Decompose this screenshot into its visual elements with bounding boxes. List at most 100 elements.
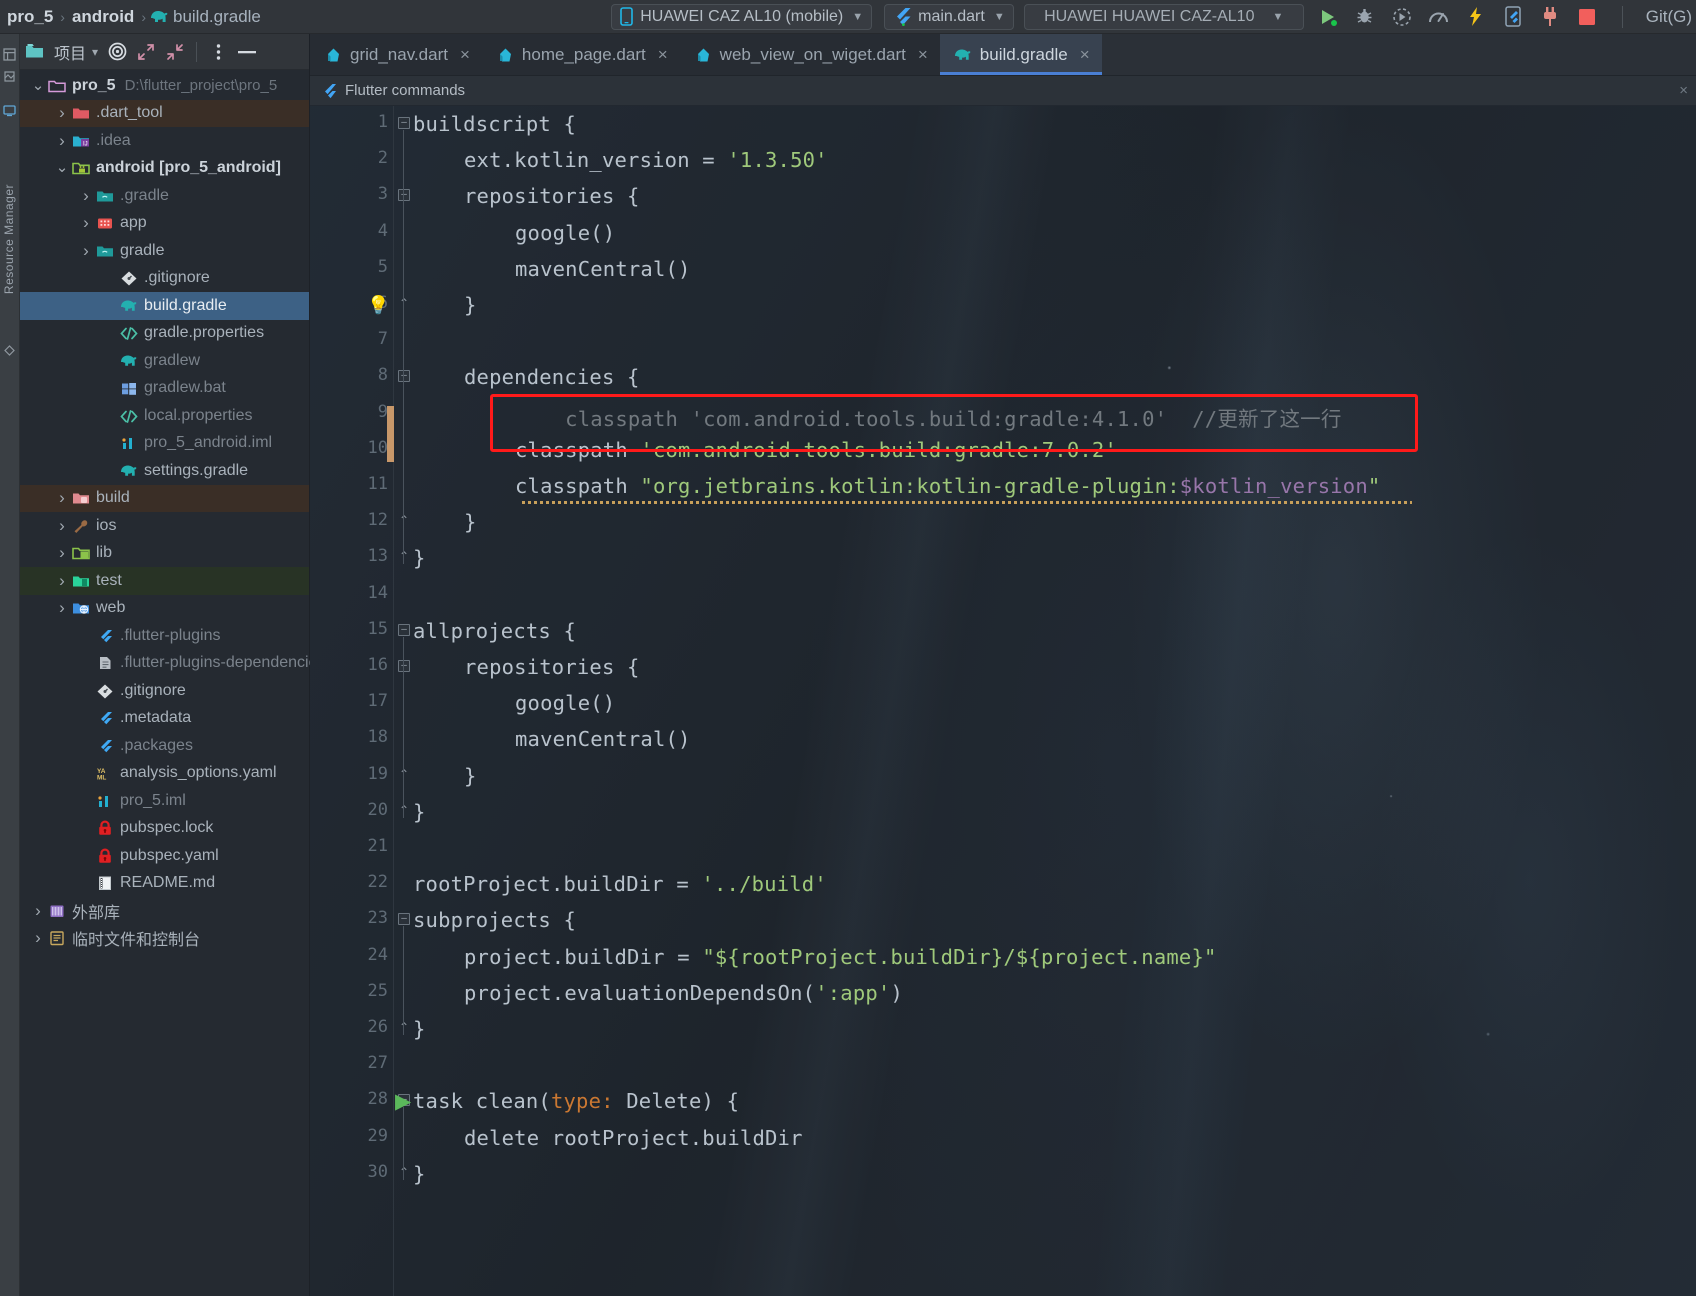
code-line-13[interactable]: } <box>413 546 426 570</box>
code-line-26[interactable]: } <box>413 1017 426 1041</box>
code-line-23[interactable]: subprojects { <box>413 908 576 932</box>
chevron-down-icon[interactable]: ⌄ <box>54 160 70 175</box>
run-config-selector[interactable]: main.dart ▼ <box>884 3 1014 30</box>
code-fold-end-icon[interactable]: ⌃ <box>398 1020 410 1034</box>
editor-tab-web-view-on-wiget-dart[interactable]: web_view_on_wiget.dart × <box>679 34 940 75</box>
chevron-down-icon[interactable]: ⌄ <box>30 78 46 93</box>
chevron-right-icon[interactable]: › <box>78 241 94 261</box>
tree-item-pubspec-yaml[interactable]: pubspec.yaml <box>20 842 309 870</box>
code-fold-collapse-icon[interactable]: – <box>398 623 410 636</box>
target-locate-icon[interactable] <box>107 42 127 62</box>
tree-item-pubspec-lock[interactable]: pubspec.lock <box>20 815 309 843</box>
code-line-24[interactable]: project.buildDir = "${rootProject.buildD… <box>464 945 1217 969</box>
close-icon[interactable]: × <box>1679 82 1688 99</box>
tree-item-readme-md[interactable]: README.md <box>20 870 309 898</box>
code-line-22[interactable]: rootProject.buildDir = '../build' <box>413 872 827 896</box>
tree-item-gradlew-bat[interactable]: gradlew.bat <box>20 375 309 403</box>
tree-item-gradle[interactable]: › gradle <box>20 237 309 265</box>
project-view-icon[interactable] <box>25 42 45 62</box>
code-line-2[interactable]: ext.kotlin_version = '1.3.50' <box>464 148 828 172</box>
chevron-right-icon[interactable]: › <box>54 131 70 151</box>
tree-item-pro-5[interactable]: ⌄ pro_5 D:\flutter_project\pro_5 <box>20 72 309 100</box>
code-fold-collapse-icon[interactable]: – <box>398 189 410 202</box>
code-line-10[interactable]: classpath 'com.android.tools.build:gradl… <box>515 438 1117 462</box>
code-line-28[interactable]: task clean(type: Delete) { <box>413 1089 739 1113</box>
code-fold-end-icon[interactable]: ⌃ <box>398 549 410 563</box>
code-line-17[interactable]: google() <box>515 691 615 715</box>
breadcrumb-project[interactable]: pro_5 <box>4 7 56 27</box>
hide-panel-icon[interactable] <box>237 42 257 62</box>
tree-item-gradle-properties[interactable]: gradle.properties <box>20 320 309 348</box>
close-icon[interactable]: × <box>658 45 668 65</box>
line-number-gutter[interactable]: 1 2 3 4 5 6 7 8 9 10 11 12 13 14 15 16 17 18 19 20 21 22 23 24 2… <box>310 106 388 1296</box>
chevron-right-icon[interactable]: › <box>54 488 70 508</box>
code-line-9[interactable]: classpath 'com.android.tools.build:gradl… <box>515 402 1342 432</box>
stop-button[interactable] <box>1575 5 1599 29</box>
tree-item-pro-5-iml[interactable]: pro_5.iml <box>20 787 309 815</box>
tree-item-[interactable]: › 临时文件和控制台 <box>20 925 309 953</box>
breadcrumb-file[interactable]: build.gradle <box>170 7 264 27</box>
code-line-1[interactable]: buildscript { <box>413 112 576 136</box>
code-line-30[interactable]: } <box>413 1162 426 1186</box>
chevron-right-icon[interactable]: › <box>78 213 94 233</box>
tree-item-web[interactable]: › web <box>20 595 309 623</box>
performance-button[interactable] <box>1427 5 1451 29</box>
code-fold-collapse-icon[interactable]: – <box>398 370 410 383</box>
close-icon[interactable]: × <box>1080 45 1090 65</box>
tree-item-settings-gradle[interactable]: settings.gradle <box>20 457 309 485</box>
run-button[interactable] <box>1316 5 1340 29</box>
tree-item-gradlew[interactable]: gradlew <box>20 347 309 375</box>
tree-item-build-gradle[interactable]: build.gradle <box>20 292 309 320</box>
hot-reload-button[interactable] <box>1464 5 1488 29</box>
code-fold-end-icon[interactable]: ⌃ <box>398 513 410 527</box>
chevron-right-icon[interactable]: › <box>30 928 46 948</box>
tree-item-gitignore[interactable]: .gitignore <box>20 265 309 293</box>
device-selector[interactable]: HUAWEI CAZ AL10 (mobile) ▼ <box>611 3 873 30</box>
code-line-5[interactable]: mavenCentral() <box>515 257 691 281</box>
attach-debugger-button[interactable] <box>1538 5 1562 29</box>
chevron-right-icon[interactable]: › <box>54 516 70 536</box>
code-fold-end-icon[interactable]: ⌃ <box>398 767 410 781</box>
code-fold-end-icon[interactable]: ⌃ <box>398 803 410 817</box>
chevron-right-icon[interactable]: › <box>30 901 46 921</box>
tree-item-test[interactable]: › test <box>20 567 309 595</box>
tree-item-android-pro-5-android[interactable]: ⌄ android [pro_5_android] <box>20 155 309 183</box>
code-line-18[interactable]: mavenCentral() <box>515 727 691 751</box>
close-icon[interactable]: × <box>460 45 470 65</box>
tree-item-app[interactable]: › app <box>20 210 309 238</box>
code-line-19[interactable]: } <box>464 764 477 788</box>
tree-item-ios[interactable]: › ios <box>20 512 309 540</box>
more-options-icon[interactable] <box>208 42 228 62</box>
tree-item-idea[interactable]: › IJ .idea <box>20 127 309 155</box>
vcs-change-marker[interactable] <box>387 405 394 462</box>
chevron-right-icon[interactable]: › <box>54 571 70 591</box>
project-tree[interactable]: ⌄ pro_5 D:\flutter_project\pro_5 › .dart_too… <box>20 70 325 953</box>
collapse-all-icon[interactable] <box>165 42 185 62</box>
chevron-right-icon[interactable]: › <box>54 543 70 563</box>
tree-item-lib[interactable]: › lib <box>20 540 309 568</box>
code-line-25[interactable]: project.evaluationDependsOn(':app') <box>464 981 903 1005</box>
code-line-20[interactable]: } <box>413 800 426 824</box>
intention-bulb-icon[interactable]: 💡 <box>367 296 389 315</box>
open-devtools-button[interactable] <box>1501 5 1525 29</box>
debug-button[interactable] <box>1353 5 1377 29</box>
editor-tab-home-page-dart[interactable]: home_page.dart × <box>481 34 680 75</box>
device-manager-icon[interactable] <box>3 104 17 118</box>
code-line-3[interactable]: repositories { <box>464 184 640 208</box>
target-device-selector[interactable]: HUAWEI HUAWEI CAZ-AL10 ▼ <box>1023 3 1304 30</box>
code-line-29[interactable]: delete rootProject.buildDir <box>464 1126 803 1150</box>
chevron-down-icon[interactable]: ▾ <box>92 45 98 59</box>
run-task-gutter-icon[interactable]: ▶ <box>395 1091 411 1112</box>
resource-manager-rail-label[interactable]: Resource Manager <box>2 184 16 294</box>
tree-item-metadata[interactable]: .metadata <box>20 705 309 733</box>
chevron-right-icon[interactable]: › <box>78 186 94 206</box>
editor-tab-grid-nav-dart[interactable]: grid_nav.dart × <box>310 34 482 75</box>
code-line-15[interactable]: allprojects { <box>413 619 576 643</box>
expand-all-icon[interactable] <box>136 42 156 62</box>
close-icon[interactable]: × <box>918 45 928 65</box>
code-line-8[interactable]: dependencies { <box>464 365 640 389</box>
tree-item-flutter-plugins[interactable]: .flutter-plugins <box>20 622 309 650</box>
editor-tab-build-gradle[interactable]: build.gradle × <box>939 34 1102 75</box>
code-line-6[interactable]: } <box>464 293 477 317</box>
tree-item-gitignore[interactable]: .gitignore <box>20 677 309 705</box>
